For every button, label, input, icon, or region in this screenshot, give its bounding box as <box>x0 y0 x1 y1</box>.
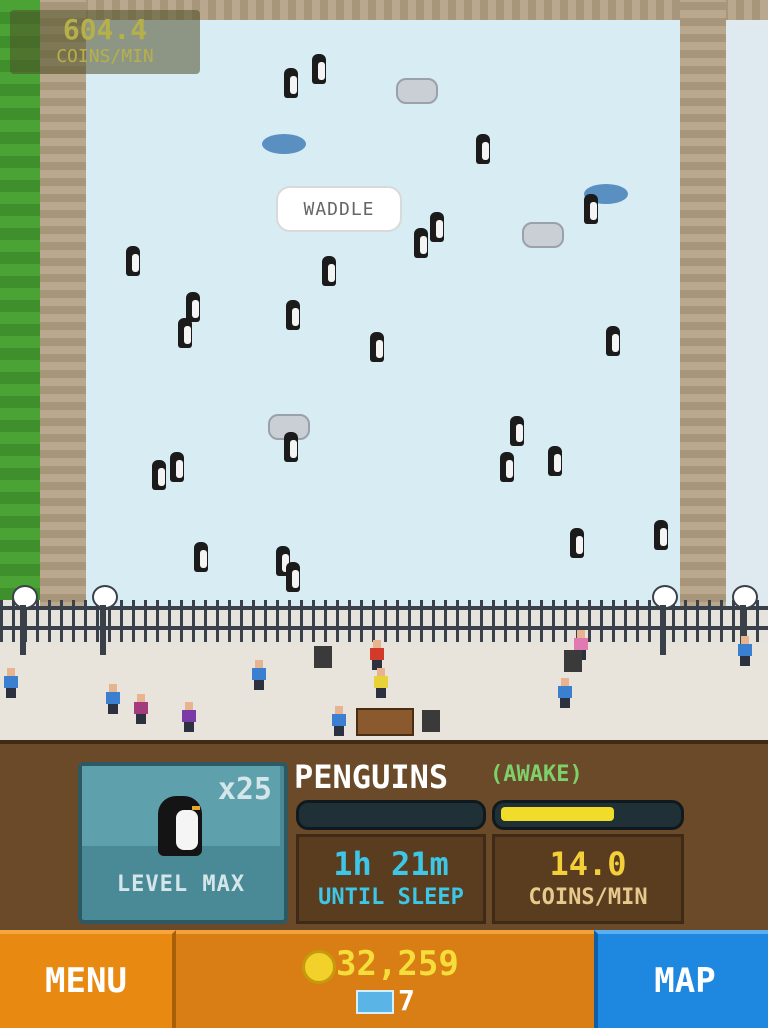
penguin[interactable] <box>500 452 514 482</box>
zoo-scene[interactable]: WADDLE 604.4 COINS/MIN <box>0 0 768 740</box>
map-button-label: MAP <box>654 961 716 1001</box>
penguin[interactable] <box>286 562 300 592</box>
penguin[interactable] <box>322 256 336 286</box>
penguin[interactable] <box>170 452 184 482</box>
coins-per-min-hud: 604.4 COINS/MIN <box>10 10 200 74</box>
menu-button-label: MENU <box>45 961 127 1001</box>
penguin[interactable] <box>510 416 524 446</box>
penguin[interactable] <box>126 246 140 276</box>
trash-bin <box>422 710 440 732</box>
coin-progress-fill <box>501 807 614 821</box>
penguin[interactable] <box>370 332 384 362</box>
visitor <box>558 678 572 708</box>
visitor <box>374 668 388 698</box>
visitor <box>370 640 384 670</box>
penguin[interactable] <box>152 460 166 490</box>
penguin[interactable] <box>584 194 598 224</box>
sleep-timer-label: UNTIL SLEEP <box>318 885 464 910</box>
penguin[interactable] <box>286 300 300 330</box>
enclosure-wall-right <box>680 0 726 610</box>
neighbor-enclosure <box>726 20 768 610</box>
penguin[interactable] <box>654 520 668 550</box>
coin-rate-label: COINS/MIN <box>528 885 648 910</box>
speech-bubble-text: WADDLE <box>303 198 375 220</box>
coin-progress-bar <box>492 800 684 830</box>
penguin[interactable] <box>570 528 584 558</box>
map-button[interactable]: MAP <box>594 930 768 1028</box>
penguin[interactable] <box>284 432 298 462</box>
visitor <box>182 702 196 732</box>
visitor <box>134 694 148 724</box>
visitor <box>4 668 18 698</box>
snow-rock <box>396 78 438 104</box>
visitor <box>252 660 266 690</box>
penguin[interactable] <box>178 318 192 348</box>
visitor <box>332 706 346 736</box>
penguin[interactable] <box>312 54 326 84</box>
exhibit-status: (AWAKE) <box>490 762 583 787</box>
exhibit-level: LEVEL MAX <box>116 872 246 897</box>
zoo-bux-count: 7 <box>398 984 415 1017</box>
hud-coins-unit: COINS/MIN <box>56 46 154 67</box>
penguin[interactable] <box>284 68 298 98</box>
street-lamp <box>92 585 118 655</box>
speech-bubble: WADDLE <box>276 186 402 232</box>
ice-pool <box>262 134 306 154</box>
visitor <box>738 636 752 666</box>
coin-total: 32,259 <box>336 944 459 984</box>
hud-coins-value: 604.4 <box>62 13 148 46</box>
coin-icon <box>302 950 336 984</box>
menu-button[interactable]: MENU <box>0 930 176 1028</box>
penguin[interactable] <box>430 212 444 242</box>
sleep-progress-bar <box>296 800 486 830</box>
coin-rate-box: 14.0 COINS/MIN <box>492 834 684 924</box>
sleep-timer-box: 1h 21m UNTIL SLEEP <box>296 834 486 924</box>
zoo-bux-icon <box>356 990 394 1014</box>
penguin[interactable] <box>548 446 562 476</box>
fence-rail <box>0 606 768 610</box>
sleep-timer-value: 1h 21m <box>333 845 449 883</box>
penguin[interactable] <box>194 542 208 572</box>
penguin-enclosure-ice[interactable] <box>86 20 680 610</box>
visitor <box>106 684 120 714</box>
bench <box>356 708 414 736</box>
trash-bin <box>564 650 582 672</box>
snow-rock <box>522 222 564 248</box>
animal-count: x25 <box>217 772 272 807</box>
penguin[interactable] <box>414 228 428 258</box>
street-lamp <box>652 585 678 655</box>
coin-rate-value: 14.0 <box>549 845 627 883</box>
penguin[interactable] <box>606 326 620 356</box>
trash-bin <box>314 646 332 668</box>
street-lamp <box>12 585 38 655</box>
fence-rail <box>0 626 768 630</box>
penguin[interactable] <box>476 134 490 164</box>
enclosure-wall-left <box>40 0 86 610</box>
